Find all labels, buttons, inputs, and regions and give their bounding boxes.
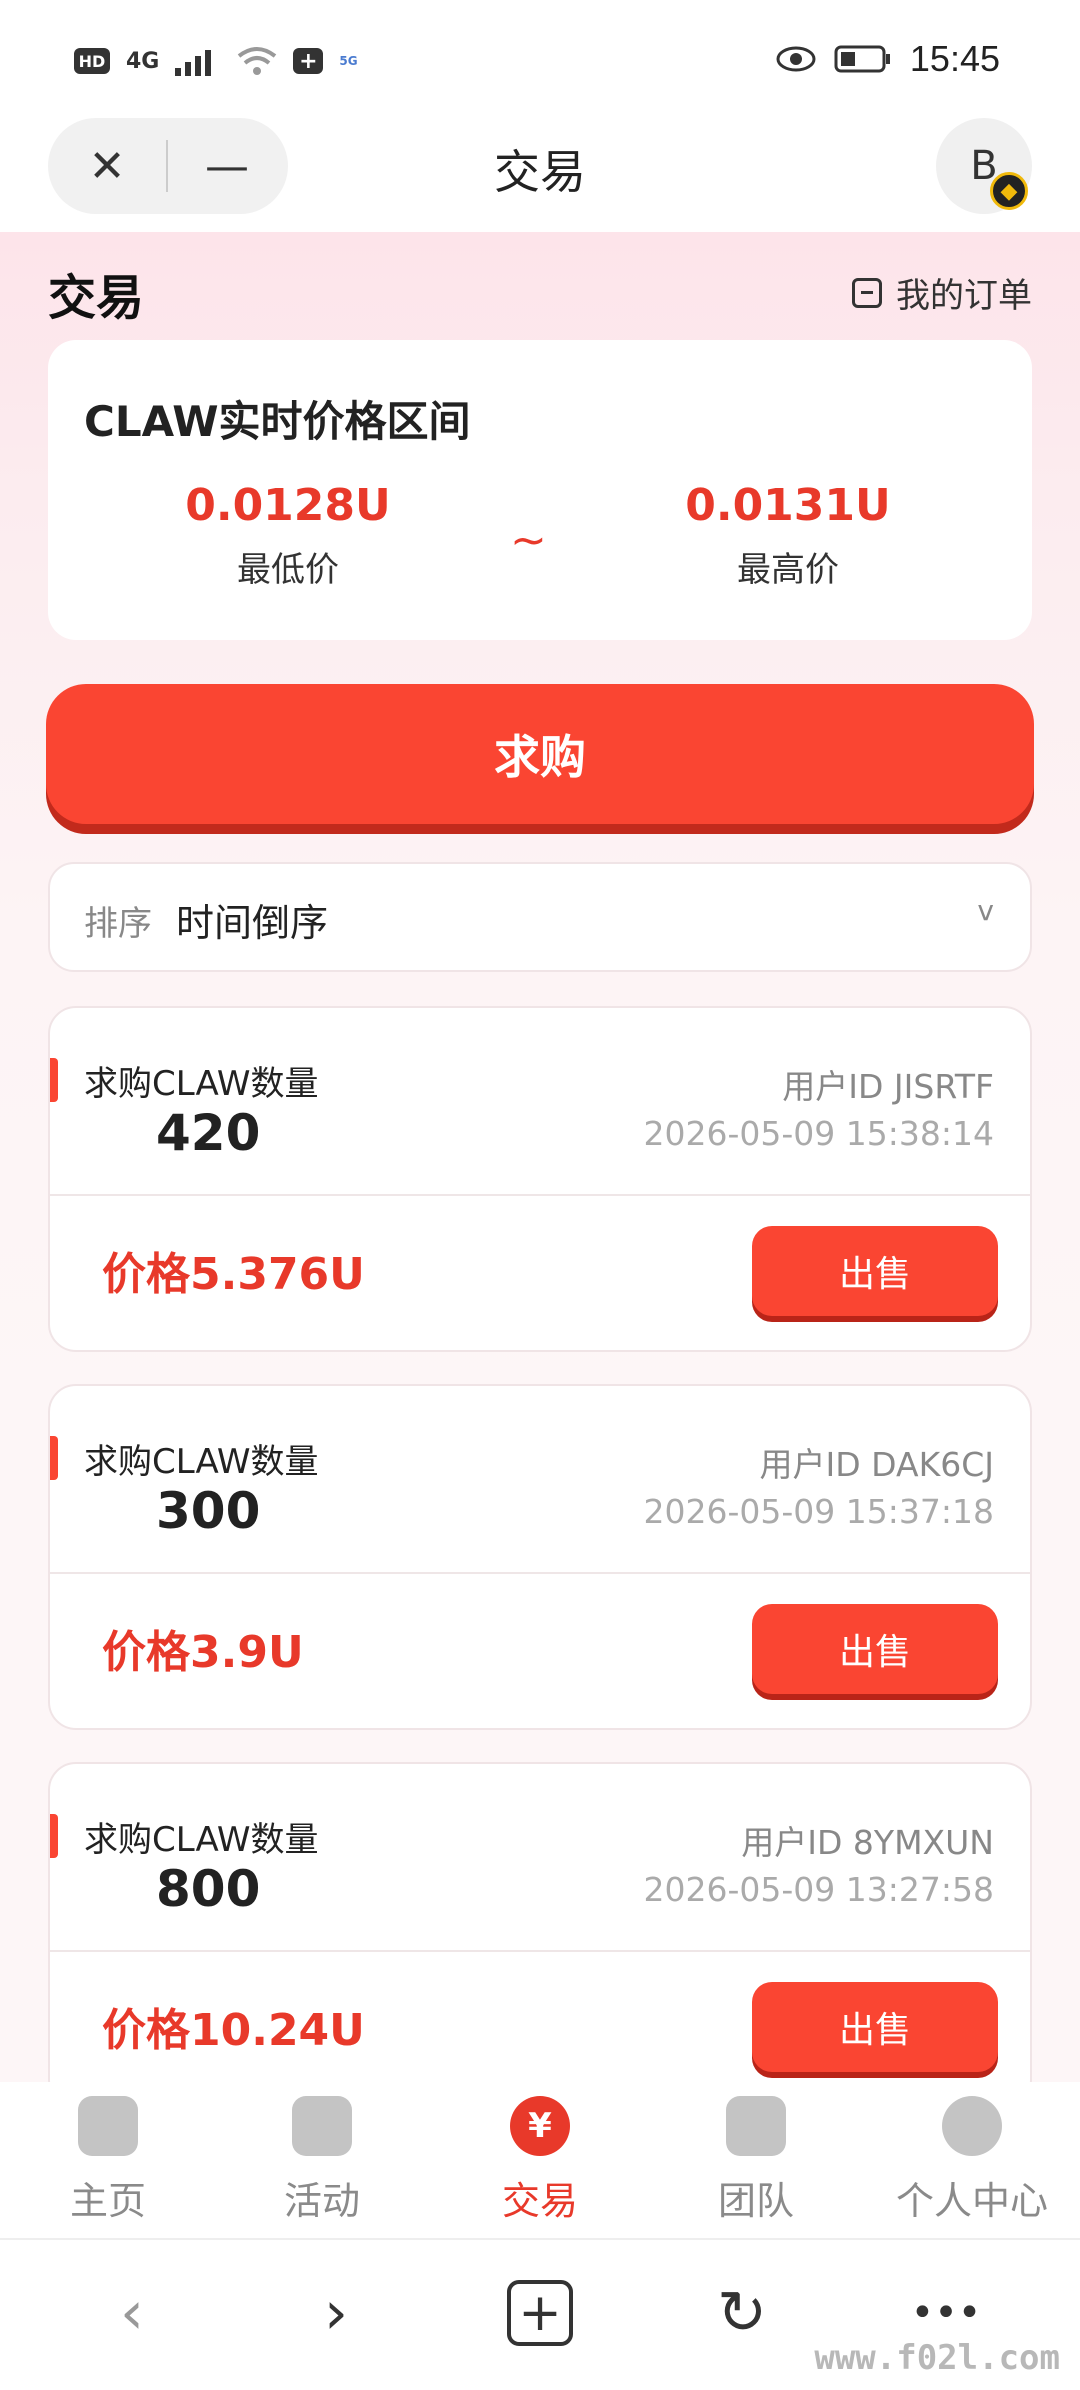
- tab-label: 个人中心: [895, 2179, 1048, 2223]
- card-divider: [50, 1572, 1030, 1574]
- my-orders-label: 我的订单: [896, 276, 1032, 316]
- chevron-down-icon: v: [977, 894, 994, 927]
- card-accent-bar: [50, 1814, 58, 1858]
- clock-time: 15:45: [909, 38, 1000, 79]
- order-timestamp: 2026-05-09 15:37:18: [643, 1492, 994, 1531]
- high-price-value: 0.0131U: [685, 480, 891, 531]
- battery-saver-icon: +: [293, 48, 324, 74]
- sb-5g-label: 5G: [339, 54, 358, 68]
- tab-label: 活动: [283, 2179, 360, 2223]
- tab-profile[interactable]: 个人中心: [872, 2096, 1072, 2225]
- order-qty-label: 求购CLAW数量: [84, 1820, 319, 1860]
- header-title: 交易: [494, 146, 586, 198]
- hd-badge: HD: [74, 48, 110, 74]
- home-icon: [78, 2096, 138, 2156]
- tab-trade[interactable]: ¥ 交易: [440, 2096, 640, 2225]
- bnb-badge-icon: ◆: [990, 172, 1028, 210]
- status-icons-right: 15:45: [776, 38, 1000, 80]
- page-title: 交易: [48, 270, 145, 326]
- order-user-id: 用户ID DAK6CJ: [759, 1445, 994, 1484]
- card-accent-bar: [50, 1058, 58, 1102]
- refresh-icon[interactable]: ↻: [692, 2268, 792, 2358]
- team-icon: [726, 2096, 786, 2156]
- tab-label: 主页: [69, 2179, 146, 2223]
- order-card: 求购CLAW数量 420 用户ID JISRTF 2026-05-09 15:3…: [48, 1006, 1032, 1352]
- wifi-icon: [238, 47, 277, 75]
- watermark: www.f02l.com: [814, 2338, 1060, 2378]
- sell-button[interactable]: 出售: [752, 1604, 998, 1694]
- yen-icon: ¥: [510, 2096, 570, 2156]
- calendar-icon: [852, 277, 882, 308]
- range-separator: ~: [510, 515, 547, 566]
- order-timestamp: 2026-05-09 15:38:14: [643, 1114, 994, 1153]
- battery-icon: [834, 45, 890, 73]
- tab-home[interactable]: 主页: [8, 2096, 208, 2225]
- gift-icon: [292, 2096, 352, 2156]
- signal-4g-label: 4G: [126, 48, 160, 74]
- order-user-id: 用户ID JISRTF: [782, 1067, 994, 1106]
- tab-team[interactable]: 团队: [656, 2096, 856, 2225]
- low-price-value: 0.0128U: [185, 480, 391, 531]
- signal-bars-icon: [175, 50, 212, 76]
- status-icons-left: HD 4G + 5G: [74, 46, 358, 76]
- order-card: 求购CLAW数量 800 用户ID 8YMXUN 2026-05-09 13:2…: [48, 1762, 1032, 2108]
- low-price-label: 最低价: [237, 550, 339, 590]
- sort-value: 时间倒序: [176, 901, 329, 945]
- order-timestamp: 2026-05-09 13:27:58: [643, 1870, 994, 1909]
- order-qty: 300: [156, 1482, 261, 1540]
- forward-icon[interactable]: ›: [286, 2268, 386, 2358]
- order-user-id: 用户ID 8YMXUN: [741, 1823, 994, 1862]
- price-range-title: CLAW实时价格区间: [84, 397, 471, 446]
- sell-button[interactable]: 出售: [752, 1226, 998, 1316]
- tab-activity[interactable]: 活动: [222, 2096, 422, 2225]
- sort-select[interactable]: 排序 时间倒序 v: [48, 862, 1032, 972]
- card-divider: [50, 1194, 1030, 1196]
- back-icon[interactable]: ‹: [82, 2268, 182, 2358]
- sell-button[interactable]: 出售: [752, 1982, 998, 2072]
- high-price-label: 最高价: [737, 550, 839, 590]
- order-card: 求购CLAW数量 300 用户ID DAK6CJ 2026-05-09 15:3…: [48, 1384, 1032, 1730]
- tab-label: 交易: [501, 2179, 578, 2223]
- sort-label: 排序: [84, 904, 152, 944]
- buy-request-button[interactable]: 求购: [46, 684, 1034, 824]
- card-divider: [50, 1950, 1030, 1952]
- profile-icon: [942, 2096, 1002, 2156]
- order-qty: 420: [156, 1104, 261, 1162]
- order-qty-label: 求购CLAW数量: [84, 1442, 319, 1482]
- eye-icon: [776, 46, 816, 72]
- card-accent-bar: [50, 1436, 58, 1480]
- my-orders-link[interactable]: 我的订单: [852, 268, 1032, 317]
- order-price: 价格3.9U: [102, 1627, 304, 1678]
- order-qty: 800: [156, 1860, 261, 1918]
- price-range-card: CLAW实时价格区间 0.0128U 最低价 ~ 0.0131U 最高价: [48, 340, 1032, 640]
- order-qty-label: 求购CLAW数量: [84, 1064, 319, 1104]
- tab-label: 团队: [717, 2179, 794, 2223]
- order-price: 价格10.24U: [102, 2005, 365, 2056]
- order-price: 价格5.376U: [102, 1249, 365, 1300]
- new-tab-button[interactable]: +: [490, 2268, 590, 2358]
- plus-icon: +: [507, 2280, 573, 2346]
